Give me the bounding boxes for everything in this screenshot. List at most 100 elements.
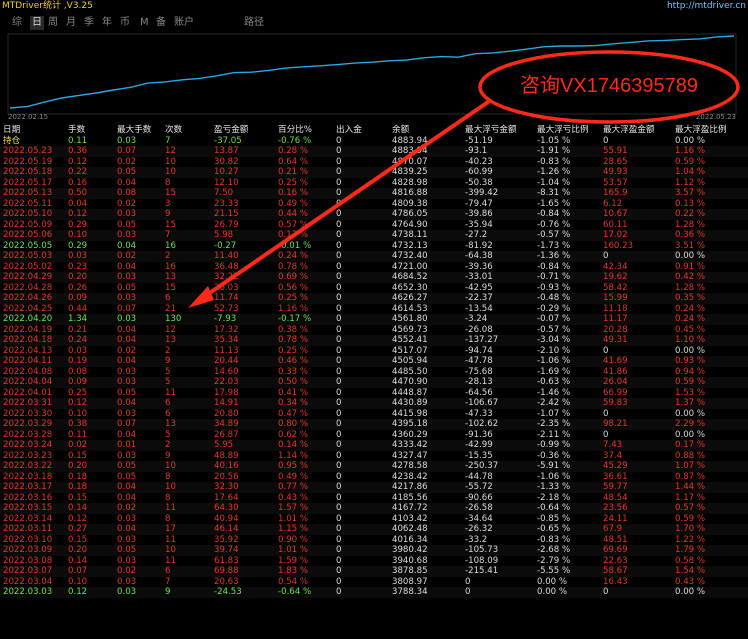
tab-9[interactable]: 账户 (174, 16, 194, 30)
table-row[interactable]: 2022.05.23 0.36 0.07 12 13.87 0.28 % 0 4883.94 -… (0, 146, 748, 157)
table-cell: 15 (165, 188, 176, 198)
table-cell: 0.24 (68, 335, 88, 345)
table-cell: -44.78 (465, 471, 493, 482)
tab-8[interactable]: 备 (156, 16, 166, 30)
table-row[interactable]: 2022.04.13 0.03 0.02 2 11.13 0.25 % 0 4517.07 -9… (0, 346, 748, 357)
table-cell: 0.57 % (278, 219, 309, 230)
table-cell: 5 (165, 366, 171, 377)
tab-7[interactable]: M (140, 16, 149, 30)
table-row[interactable]: 2022.03.17 0.18 0.04 10 32.30 0.77 % 0 4217.86 -… (0, 482, 748, 493)
table-row[interactable]: 2022.05.18 0.22 0.05 10 10.27 0.21 % 0 4839.25 -… (0, 167, 748, 178)
table-cell: -91.36 (465, 429, 493, 440)
table-cell: 2022.05.02 (3, 261, 53, 272)
tab-3[interactable]: 月 (66, 16, 76, 30)
tab-4[interactable]: 季 (84, 16, 94, 30)
table-row[interactable]: 2022.03.22 0.20 0.05 10 40.16 0.95 % 0 4278.58 -… (0, 461, 748, 472)
table-row[interactable]: 2022.04.11 0.19 0.04 9 20.44 0.46 % 0 4505.94 -4… (0, 356, 748, 367)
table-cell: 0.03 (117, 408, 137, 419)
table-row[interactable]: 2022.04.08 0.08 0.03 5 14.60 0.33 % 0 4485.50 -7… (0, 367, 748, 378)
tab-2[interactable]: 周 (48, 16, 58, 30)
table-row[interactable]: 2022.03.16 0.15 0.04 8 17.64 0.43 % 0 4185.56 -9… (0, 493, 748, 504)
table-row[interactable]: 2022.03.23 0.15 0.03 9 48.89 1.14 % 0 4327.47 -1… (0, 451, 748, 462)
header-cell[interactable]: 出入金 (336, 125, 362, 136)
tab-1[interactable]: 日 (30, 16, 44, 30)
table-row[interactable]: 2022.05.13 0.50 0.08 15 7.50 0.16 % 0 4816.88 -3… (0, 188, 748, 199)
table-cell: -0.76 % (537, 219, 571, 230)
table-row[interactable]: 2022.04.26 0.09 0.03 6 11.74 0.25 % 0 4626.27 -2… (0, 293, 748, 304)
table-cell: 2022.04.11 (3, 356, 53, 366)
table-row[interactable]: 2022.04.29 0.20 0.03 13 32.22 0.69 % 0 4684.52 -… (0, 272, 748, 283)
table-cell: 0 (336, 230, 342, 240)
table-row[interactable]: 2022.03.11 0.27 0.04 17 46.14 1.15 % 0 4062.48 -… (0, 524, 748, 535)
table-row[interactable]: 2022.04.20 1.34 0.03 130 -7.93 -0.17 % 0 4561.8… (0, 314, 748, 325)
table-row[interactable]: 2022.05.03 0.03 0.02 2 11.40 0.24 % 0 4732.40 -6… (0, 251, 748, 262)
header-cell[interactable]: 次数 (165, 125, 182, 136)
table-cell: 64.30 (214, 503, 239, 513)
table-cell: -108.09 (465, 555, 499, 566)
table-row[interactable]: 持仓 0.11 0.03 7 -37.05 -0.76 % 0 4883.94 -51.19 -1… (0, 136, 748, 147)
table-cell: 2022.05.09 (3, 219, 53, 230)
tab-6[interactable]: 币 (120, 16, 130, 30)
tab-10[interactable]: 路径 (244, 16, 264, 30)
table-cell: -33.01 (465, 272, 493, 282)
table-row[interactable]: 2022.05.02 0.23 0.04 16 36.48 0.78 % 0 4721.00 -… (0, 262, 748, 273)
table-cell: 8 (165, 471, 171, 482)
table-cell: 0.00 % (537, 576, 568, 587)
table-row[interactable]: 2022.04.28 0.26 0.05 15 26.03 0.56 % 0 4652.30 -… (0, 283, 748, 294)
table-row[interactable]: 2022.05.11 0.04 0.02 3 23.33 0.49 % 0 4809.38 -7… (0, 199, 748, 210)
table-cell: 0.03 (117, 314, 137, 324)
table-row[interactable]: 2022.03.29 0.38 0.07 13 34.89 0.80 % 0 4395.18 -… (0, 419, 748, 430)
table-row[interactable]: 2022.03.08 0.14 0.03 11 61.83 1.59 % 0 3940.68 -… (0, 556, 748, 567)
table-row[interactable]: 2022.04.01 0.25 0.05 11 17.98 0.41 % 0 4448.87 -… (0, 388, 748, 399)
table-row[interactable]: 2022.03.14 0.12 0.03 8 40.94 1.01 % 0 4103.42 -3… (0, 514, 748, 525)
promo-callout: 咨询VX1746395789 (476, 49, 742, 127)
table-row[interactable]: 2022.03.07 0.07 0.02 6 69.88 1.83 % 0 3878.85 -2… (0, 566, 748, 577)
table-cell: -2.79 % (537, 555, 571, 566)
table-row[interactable]: 2022.03.03 0.12 0.03 9 -24.53 -0.64 % 0 3788.34… (0, 587, 748, 598)
table-cell: 0.15 (68, 492, 88, 503)
table-cell: 9 (165, 587, 171, 597)
table-row[interactable]: 2022.05.10 0.12 0.03 9 21.15 0.44 % 0 4786.05 -3… (0, 209, 748, 220)
table-cell: -8.31 % (537, 188, 571, 198)
table-cell: 0 (336, 408, 342, 419)
tab-0[interactable]: 综 (12, 16, 22, 30)
table-row[interactable]: 2022.04.25 0.44 0.07 21 52.73 1.16 % 0 4614.53 -… (0, 304, 748, 315)
table-row[interactable]: 2022.03.09 0.20 0.05 10 39.74 1.01 % 0 3980.42 -… (0, 545, 748, 556)
table-row[interactable]: 2022.03.24 0.02 0.01 2 5.95 0.14 % 0 4333.42 -42… (0, 440, 748, 451)
header-cell[interactable]: 百分比% (278, 125, 312, 136)
header-cell[interactable]: 最大手数 (117, 125, 151, 136)
table-row[interactable]: 2022.03.10 0.15 0.03 11 35.92 0.90 % 0 4016.34 -… (0, 535, 748, 546)
table-row[interactable]: 2022.05.05 0.29 0.04 16 -0.27 -0.01 % 0 4732.13… (0, 241, 748, 252)
table-row[interactable]: 2022.05.06 0.10 0.03 7 5.98 0.13 % 0 4738.11 -27… (0, 230, 748, 241)
table-cell: 26.04 (603, 377, 628, 387)
table-cell: 24.11 (603, 513, 628, 524)
table-cell: 0 (336, 513, 342, 524)
table-row[interactable]: 2022.03.04 0.10 0.03 7 20.63 0.54 % 0 3808.97 0 0… (0, 577, 748, 588)
table-row[interactable]: 2022.03.31 0.12 0.04 6 14.91 0.34 % 0 4430.89 -1… (0, 398, 748, 409)
table-cell: 0.93 % (675, 356, 706, 366)
site-url-link[interactable]: http://mtdriver.cn (667, 0, 746, 12)
table-row[interactable]: 2022.03.15 0.14 0.02 11 64.30 1.57 % 0 4167.72 -… (0, 503, 748, 514)
table-row[interactable]: 2022.04.19 0.21 0.04 12 17.32 0.38 % 0 4569.73 -… (0, 325, 748, 336)
table-cell: 0.04 (117, 324, 137, 335)
table-cell: 0 (336, 377, 342, 387)
header-cell[interactable]: 日期 (3, 125, 20, 136)
table-cell: 2022.04.18 (3, 335, 53, 345)
table-cell: -42.99 (465, 440, 493, 450)
table-row[interactable]: 2022.04.04 0.09 0.03 5 22.03 0.50 % 0 4470.90 -2… (0, 377, 748, 388)
header-cell[interactable]: 余额 (392, 125, 409, 136)
table-row[interactable]: 2022.04.18 0.24 0.04 13 35.34 0.78 % 0 4552.41 -… (0, 335, 748, 346)
table-cell: 3.51 % (675, 240, 706, 251)
table-cell: 0.02 (117, 198, 137, 209)
table-cell: 1.44 % (675, 482, 706, 492)
table-row[interactable]: 2022.03.30 0.10 0.03 6 20.80 0.47 % 0 4415.98 -4… (0, 409, 748, 420)
tab-5[interactable]: 年 (102, 16, 112, 30)
table-row[interactable]: 2022.05.09 0.29 0.05 15 26.79 0.57 % 0 4764.90 -… (0, 220, 748, 231)
table-row[interactable]: 2022.03.28 0.11 0.04 5 26.87 0.62 % 0 4360.29 -9… (0, 430, 748, 441)
table-row[interactable]: 2022.05.19 0.12 0.02 10 30.82 0.64 % 0 4870.07 -… (0, 157, 748, 168)
table-row[interactable]: 2022.05.17 0.16 0.04 8 12.10 0.25 % 0 4828.98 -5… (0, 178, 748, 189)
header-cell[interactable]: 手数 (68, 125, 85, 136)
header-cell[interactable]: 盈亏金额 (214, 125, 248, 136)
table-row[interactable]: 2022.03.18 0.18 0.05 8 20.56 0.49 % 0 4238.42 -4… (0, 472, 748, 483)
table-cell: 0.44 (68, 303, 88, 314)
